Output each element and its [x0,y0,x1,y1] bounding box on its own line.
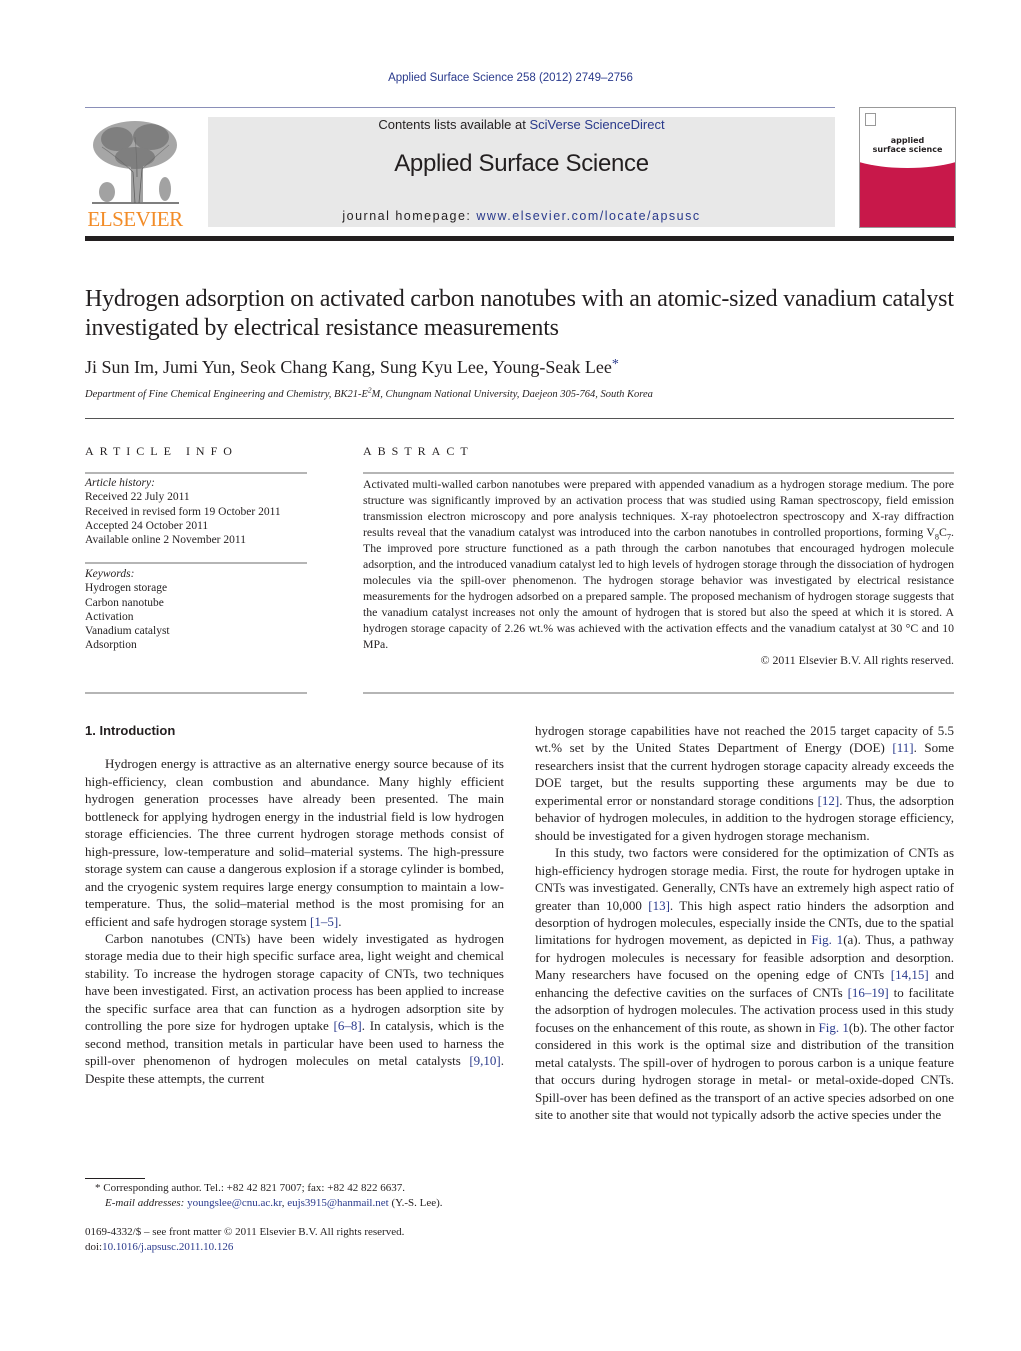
article-info-bottom-rule [85,692,307,694]
keyword-item: Carbon nanotube [85,596,164,609]
keyword-item: Hydrogen storage [85,582,168,595]
cover-title-line2: surface science [872,145,943,154]
article-info-rule [85,472,307,474]
doi-line: doi:10.1016/j.apsusc.2011.10.126 [85,1241,234,1253]
paragraph: Hydrogen energy is attractive as an alte… [85,756,504,929]
sciencedirect-link[interactable]: SciVerse ScienceDirect [529,117,664,132]
paragraph: In this study, two factors were consider… [535,845,955,1122]
header-rule [85,107,835,108]
elsevier-logo: ELSEVIER [85,117,185,231]
article-info-heading: ARTICLE INFO [85,444,238,458]
affiliation-post: M, Chungnam National University, Daejeon… [371,389,653,400]
email-link[interactable]: youngslee@cnu.ac.kr [187,1197,282,1209]
body-right-column: hydrogen storage capabilities have not r… [535,722,954,1123]
homepage-line: journal homepage: www.elsevier.com/locat… [208,209,835,223]
affiliation: Department of Fine Chemical Engineering … [85,386,965,400]
history-item: Received in revised form 19 October 2011 [85,505,281,518]
history-item: Received 22 July 2011 [85,491,190,504]
abstract-text: Activated multi-walled carbon nanotubes … [363,476,954,668]
contents-line: Contents lists available at SciVerse Sci… [208,117,835,132]
footnote-emails: E-mail addresses: youngslee@cnu.ac.kr, e… [105,1197,443,1209]
homepage-link[interactable]: www.elsevier.com/locate/apsusc [476,209,700,223]
reference-link[interactable]: [9,10] [469,1053,500,1068]
keywords-rule [85,562,307,564]
email-link[interactable]: eujs3915@hanmail.net [287,1197,388,1209]
keywords: Keywords: Hydrogen storage Carbon nanotu… [85,567,307,653]
title-rule [85,418,954,419]
cover-logo-icon [865,113,876,126]
author-list: Ji Sun Im, Jumi Yun, Seok Chang Kang, Su… [85,357,965,378]
journal-cover-thumbnail[interactable]: applied surface science [859,107,956,228]
footnote-rule [85,1178,145,1179]
paragraph: hydrogen storage capabilities have not r… [535,723,954,843]
figure-link[interactable]: Fig. 1 [818,1020,848,1035]
article-history: Article history: Received 22 July 2011 R… [85,476,307,547]
journal-masthead: Contents lists available at SciVerse Sci… [208,117,835,227]
reference-link[interactable]: [14,15] [891,967,929,982]
front-matter: 0169-4332/$ – see front matter © 2011 El… [85,1225,515,1255]
keyword-item: Vanadium catalyst [85,625,170,638]
abstract-heading: ABSTRACT [363,444,474,458]
history-item: Available online 2 November 2011 [85,534,246,547]
abstract-body: Activated multi-walled carbon nanotubes … [363,477,954,651]
reference-link[interactable]: [13] [648,898,670,913]
issn-line: 0169-4332/$ – see front matter © 2011 El… [85,1226,405,1238]
tree-icon [92,121,179,204]
reference-link[interactable]: [16–19] [848,985,889,1000]
abstract-bottom-rule [363,692,954,694]
paragraph: Carbon nanotubes (CNTs) have been widely… [85,930,504,1086]
cover-title: applied surface science [860,136,955,154]
keyword-item: Activation [85,610,134,623]
article-title: Hydrogen adsorption on activated carbon … [85,286,954,341]
corresponding-author-mark[interactable]: * [612,357,619,372]
reference-link[interactable]: [1–5] [310,914,338,929]
journal-citation[interactable]: Applied Surface Science 258 (2012) 2749–… [0,72,1021,84]
affiliation-pre: Department of Fine Chemical Engineering … [85,389,368,400]
abstract-rule [363,472,954,474]
history-item: Accepted 24 October 2011 [85,519,209,532]
homepage-prefix: journal homepage: [342,209,477,223]
masthead-thick-rule [85,236,954,241]
abstract-copyright: © 2011 Elsevier B.V. All rights reserved… [760,653,954,667]
reference-link[interactable]: [6–8] [334,1018,362,1033]
reference-link[interactable]: [11] [892,740,913,755]
authors-text: Ji Sun Im, Jumi Yun, Seok Chang Kang, Su… [85,357,612,377]
keywords-label: Keywords: [85,568,135,580]
body-left-column: 1. Introduction Hydrogen energy is attra… [85,722,504,1087]
corresponding-author-footnote: * Corresponding author. Tel.: +82 42 821… [85,1181,515,1211]
footnote-contact: * Corresponding author. Tel.: +82 42 821… [95,1182,405,1194]
elsevier-wordmark: ELSEVIER [87,207,183,231]
keyword-item: Adsorption [85,639,137,652]
section-heading-introduction: 1. Introduction [85,723,176,738]
cover-title-line1: applied [890,136,925,145]
doi-link[interactable]: 10.1016/j.apsusc.2011.10.126 [102,1241,233,1253]
journal-name: Applied Surface Science [394,150,649,177]
reference-link[interactable]: [12] [818,793,840,808]
contents-prefix: Contents lists available at [378,117,530,132]
figure-link[interactable]: Fig. 1 [811,932,843,947]
history-label: Article history: [85,477,155,489]
